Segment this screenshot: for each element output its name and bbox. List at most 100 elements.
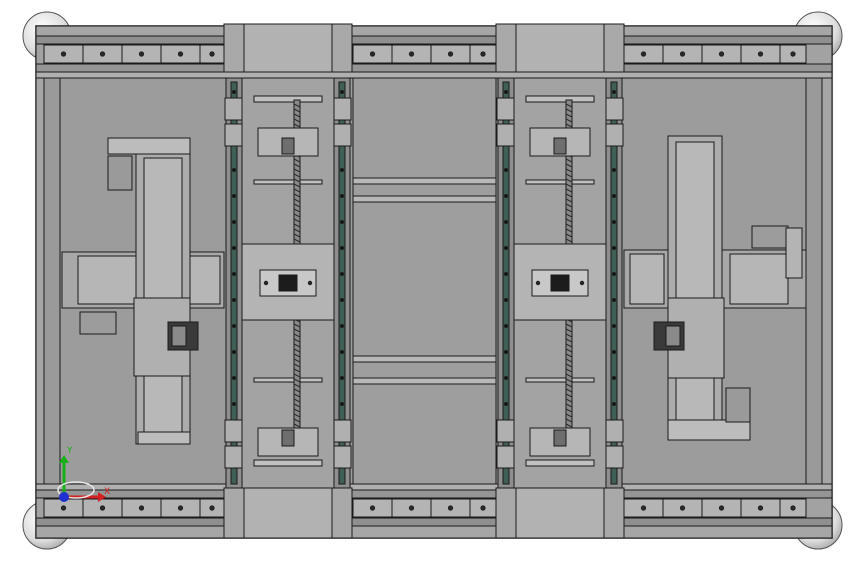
guide-bolt xyxy=(231,349,236,354)
rail-bolt xyxy=(679,505,686,511)
carriage xyxy=(604,419,624,443)
bay-crossbar xyxy=(525,377,595,383)
guide-bolt xyxy=(503,375,508,380)
rail-bolt xyxy=(679,51,686,57)
carriage xyxy=(224,445,244,469)
guide-bolt xyxy=(231,401,236,406)
bay-crossbar xyxy=(525,459,595,467)
rail-bolt xyxy=(718,505,725,511)
gantry-bottom-cap xyxy=(243,487,333,539)
bay-crossbar xyxy=(253,179,323,185)
cad-viewport[interactable]: X Y xyxy=(0,0,867,562)
guide-bolt xyxy=(612,375,617,380)
guide-bolt xyxy=(231,219,236,224)
carriage xyxy=(604,445,624,469)
guide-bolt xyxy=(231,193,236,198)
carriage xyxy=(224,97,244,121)
guide-bolt xyxy=(503,349,508,354)
guide-bolt xyxy=(503,271,508,276)
beam-block xyxy=(729,253,789,305)
guide-bolt xyxy=(612,271,617,276)
screw-bearing xyxy=(281,137,295,155)
guide-bolt xyxy=(339,349,344,354)
guide-bolt xyxy=(503,219,508,224)
connector-socket xyxy=(278,274,298,292)
module-bottom-plate xyxy=(667,419,751,441)
screw-bearing xyxy=(553,137,567,155)
gantry-left xyxy=(223,23,353,539)
vacuum-cup-face xyxy=(665,325,681,347)
carriage xyxy=(224,419,244,443)
guide-bolt xyxy=(231,323,236,328)
gantry-top-cap xyxy=(243,23,333,73)
beam-block xyxy=(77,255,137,305)
y-axis-label: Y xyxy=(66,446,73,456)
guide-bolt xyxy=(612,401,617,406)
upper-motor xyxy=(751,225,789,249)
lower-motor xyxy=(79,311,117,335)
rail-bolt xyxy=(138,505,145,511)
carriage xyxy=(604,123,624,147)
guide-bolt xyxy=(339,401,344,406)
rail-bolt xyxy=(718,51,725,57)
carriage xyxy=(496,445,516,469)
connector-bolt xyxy=(307,280,313,286)
connector-bolt xyxy=(535,280,541,286)
z-axis-dot xyxy=(59,492,69,502)
guide-bolt xyxy=(503,323,508,328)
bay-crossbar xyxy=(253,459,323,467)
guide-bolt xyxy=(612,219,617,224)
guide-bolt xyxy=(231,271,236,276)
guide-bolt xyxy=(612,193,617,198)
beam-block xyxy=(189,255,221,305)
top-rail xyxy=(35,25,833,79)
module-bottom-plate xyxy=(137,431,191,445)
guide-bolt xyxy=(339,245,344,250)
rail-bolt xyxy=(408,505,415,511)
guide-bolt xyxy=(612,90,617,95)
vacuum-cup-face xyxy=(171,325,187,347)
bay-crossbar xyxy=(253,377,323,383)
guide-bolt xyxy=(231,167,236,172)
carriage xyxy=(496,97,516,121)
guide-bolt xyxy=(339,297,344,302)
rail-bolt xyxy=(790,505,796,511)
bay-crossbar xyxy=(525,95,595,103)
connector-bolt xyxy=(263,280,269,286)
guide-bolt xyxy=(339,323,344,328)
rail-bolt xyxy=(99,51,106,57)
guide-bolt xyxy=(503,245,508,250)
carriage xyxy=(332,419,352,443)
carriage xyxy=(496,123,516,147)
bay-crossbar xyxy=(253,95,323,103)
rail-bolt xyxy=(480,51,486,57)
servo-motor xyxy=(725,387,751,423)
carriage xyxy=(604,97,624,121)
rail-bolt xyxy=(209,51,215,57)
carriage xyxy=(332,445,352,469)
rail-bolt xyxy=(369,51,376,57)
guide-bolt xyxy=(503,167,508,172)
carriage xyxy=(332,123,352,147)
assembly-drawing[interactable]: X Y xyxy=(0,0,867,562)
rail-bolt xyxy=(177,505,184,511)
guide-bolt xyxy=(231,297,236,302)
rail-bolt xyxy=(480,505,486,511)
guide-bolt xyxy=(612,349,617,354)
guide-bolt xyxy=(231,245,236,250)
guide-bolt xyxy=(339,167,344,172)
guide-bolt xyxy=(612,167,617,172)
guide-bolt xyxy=(612,245,617,250)
servo-motor xyxy=(107,155,133,191)
guide-bolt xyxy=(503,193,508,198)
module-top-plate xyxy=(107,137,191,155)
rail-bolt xyxy=(408,51,415,57)
rail-bolt xyxy=(790,51,796,57)
beam-block xyxy=(629,253,665,305)
guide-bolt xyxy=(503,297,508,302)
center-panel xyxy=(352,77,497,485)
rail-bolt xyxy=(757,505,764,511)
guide-bolt xyxy=(612,297,617,302)
guide-bolt xyxy=(339,193,344,198)
bay-crossbar xyxy=(525,179,595,185)
